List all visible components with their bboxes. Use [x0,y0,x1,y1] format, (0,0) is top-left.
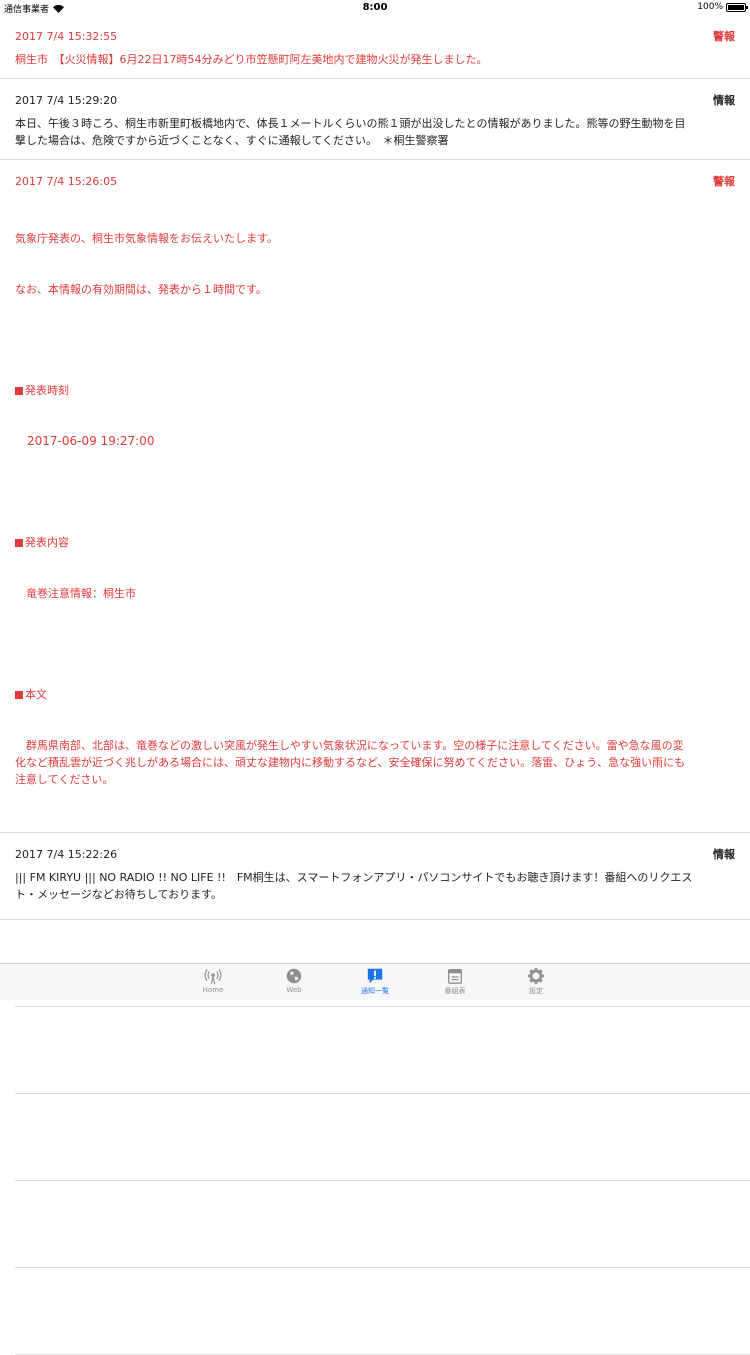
empty-row [15,1094,750,1181]
status-bar: 通信事業者 8:00 100% [0,0,750,16]
notification-tag: 警報 [713,175,735,188]
notification-item[interactable]: 2017 7/4 15:32:55 警報 桐生市 【火災情報】6月22日17時5… [0,24,750,79]
body-line: ト・メッセージなどお待ちしております。 [15,888,223,901]
notification-date: 2017 7/4 15:32:55 [15,30,118,43]
empty-row [15,1007,750,1094]
notification-item[interactable]: 2017 7/4 15:22:26 情報 ||| FM KIRYU ||| NO… [0,833,750,920]
notification-date: 2017 7/4 15:29:20 [15,94,118,107]
tab-label: 通知一覧 [361,987,389,995]
empty-row [15,1181,750,1268]
body-line: 本日、午後３時ころ、桐生市新里町板橋地内で、体長１メートルくらいの熊１頭が出没し… [15,117,686,130]
battery-percent: 100% [697,2,723,12]
section-value: 竜巻注意情報：桐生市 [15,587,136,600]
notification-date: 2017 7/4 15:22:26 [15,848,118,861]
clock: 8:00 [362,2,388,13]
notice-icon [367,968,383,984]
notification-body: 桐生市 【火災情報】6月22日17時54分みどり市笠懸町阿左美地内で建物火災が発… [15,51,735,68]
notification-item[interactable]: 2017 7/4 15:26:05 警報 気象庁発表の、桐生市気象情報をお伝えい… [0,160,750,833]
notification-body: 気象庁発表の、桐生市気象情報をお伝えいたします。 なお、本情報の有効期間は、発表… [15,196,735,822]
body-line: 気象庁発表の、桐生市気象情報をお伝えいたします。 [15,232,278,245]
notification-tag: 警報 [713,30,735,43]
tab-web[interactable]: Web [264,967,324,994]
section-heading: 本文 [15,686,735,703]
notification-date: 2017 7/4 15:26:05 [15,175,118,188]
tab-home[interactable]: Home [183,967,243,994]
tab-label: 設定 [529,987,543,995]
tab-bar: Home Web 通知一覧 番組表 設定 [0,963,750,1000]
red-square-icon [15,387,23,395]
section-heading: 発表内容 [15,534,735,551]
gear-icon [527,967,545,985]
body-line: 撃した場合は、危険ですから近づくことなく、すぐに通報してください。 ＊桐生警察署 [15,134,449,147]
battery-icon [726,2,748,12]
tab-label: Web [286,986,302,994]
notification-tag: 情報 [713,848,735,861]
radio-tower-icon [204,969,222,985]
notification-body: ||| FM KIRYU ||| NO RADIO !! NO LIFE !! … [15,869,735,903]
body-line: 桐生市 【火災情報】6月22日17時54分みどり市笠懸町阿左美地内で建物火災が発… [15,53,488,66]
body-line: なお、本情報の有効期間は、発表から１時間です。 [15,283,267,296]
red-square-icon [15,691,23,699]
tab-notifications[interactable]: 通知一覧 [345,967,405,996]
red-square-icon [15,539,23,547]
notification-tag: 情報 [713,94,735,107]
tab-schedule[interactable]: 番組表 [425,967,485,996]
body-line: ||| FM KIRYU ||| NO RADIO !! NO LIFE !! … [15,871,693,884]
section-value: 2017-06-09 19:27:00 [15,434,155,448]
empty-row [15,1268,750,1355]
notification-body: 本日、午後３時ころ、桐生市新里町板橋地内で、体長１メートルくらいの熊１頭が出没し… [15,115,735,149]
section-heading: 発表時刻 [15,382,735,399]
notification-list: 2017 7/4 15:32:55 警報 桐生市 【火災情報】6月22日17時5… [0,24,750,1355]
globe-icon [286,968,302,984]
tab-label: Home [202,986,224,994]
tab-settings[interactable]: 設定 [506,967,566,996]
notification-item[interactable]: 2017 7/4 15:29:20 情報 本日、午後３時ころ、桐生市新里町板橋地… [0,79,750,160]
section-value: 群馬県南部、北部は、竜巻などの激しい突風が発生しやすい気象状況になっています。空… [15,739,686,786]
calendar-icon [448,969,462,984]
tab-label: 番組表 [444,987,466,995]
